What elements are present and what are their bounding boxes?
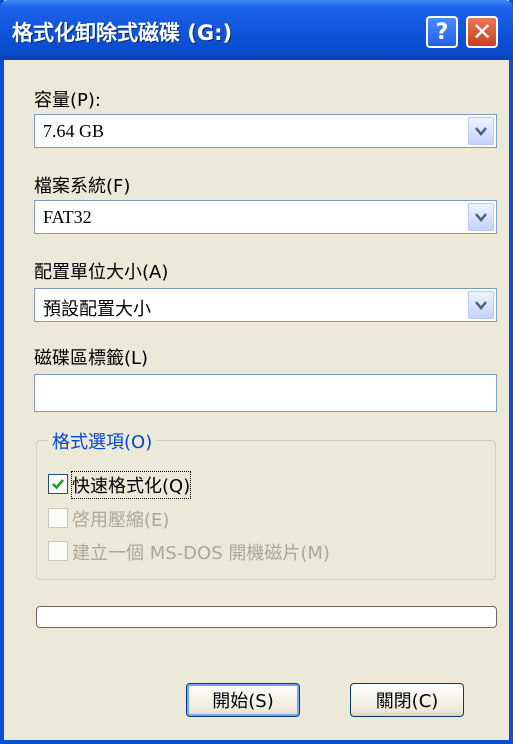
help-icon: ? [435, 19, 449, 45]
capacity-dropdown-button[interactable] [468, 117, 494, 145]
capacity-select[interactable]: 7.64 GB [34, 114, 497, 148]
chevron-down-icon [475, 126, 487, 136]
chevron-down-icon [475, 300, 487, 310]
allocation-unit-value: 預設配置大小 [43, 299, 151, 320]
capacity-label: 容量(P): [34, 90, 101, 111]
volume-label-label: 磁碟區標籤(L) [34, 348, 149, 369]
format-options-title: 格式選項(O) [48, 428, 157, 454]
allocation-unit-label: 配置單位大小(A) [34, 262, 169, 283]
close-button[interactable]: 關閉(C) [350, 683, 464, 717]
volume-label-input[interactable] [34, 374, 497, 412]
allocation-unit-select[interactable]: 預設配置大小 [34, 288, 497, 322]
quick-format-checkbox[interactable] [48, 474, 68, 494]
chevron-down-icon [475, 212, 487, 222]
file-system-select[interactable]: FAT32 [34, 200, 497, 234]
title-bar[interactable]: 格式化卸除式磁碟 (G:) ? ✕ [0, 0, 513, 60]
quick-format-label[interactable]: 快速格式化(Q) [70, 471, 192, 499]
capacity-value: 7.64 GB [43, 121, 105, 141]
ms-dos-startup-label: 建立一個 MS-DOS 開機磁片(M) [72, 543, 330, 564]
file-system-dropdown-button[interactable] [468, 203, 494, 231]
checkmark-icon [52, 479, 64, 490]
format-progress-bar [36, 606, 497, 628]
file-system-label: 檔案系統(F) [34, 176, 131, 197]
start-button[interactable]: 開始(S) [186, 683, 300, 717]
close-icon: ✕ [471, 18, 493, 46]
window-title: 格式化卸除式磁碟 (G:) [12, 21, 233, 45]
allocation-unit-dropdown-button[interactable] [468, 291, 494, 319]
close-window-button[interactable]: ✕ [466, 16, 498, 48]
help-button[interactable]: ? [426, 16, 458, 48]
ms-dos-startup-checkbox[interactable] [48, 541, 68, 561]
file-system-value: FAT32 [43, 207, 92, 227]
enable-compression-checkbox[interactable] [48, 508, 68, 528]
enable-compression-label: 啓用壓縮(E) [72, 510, 170, 531]
